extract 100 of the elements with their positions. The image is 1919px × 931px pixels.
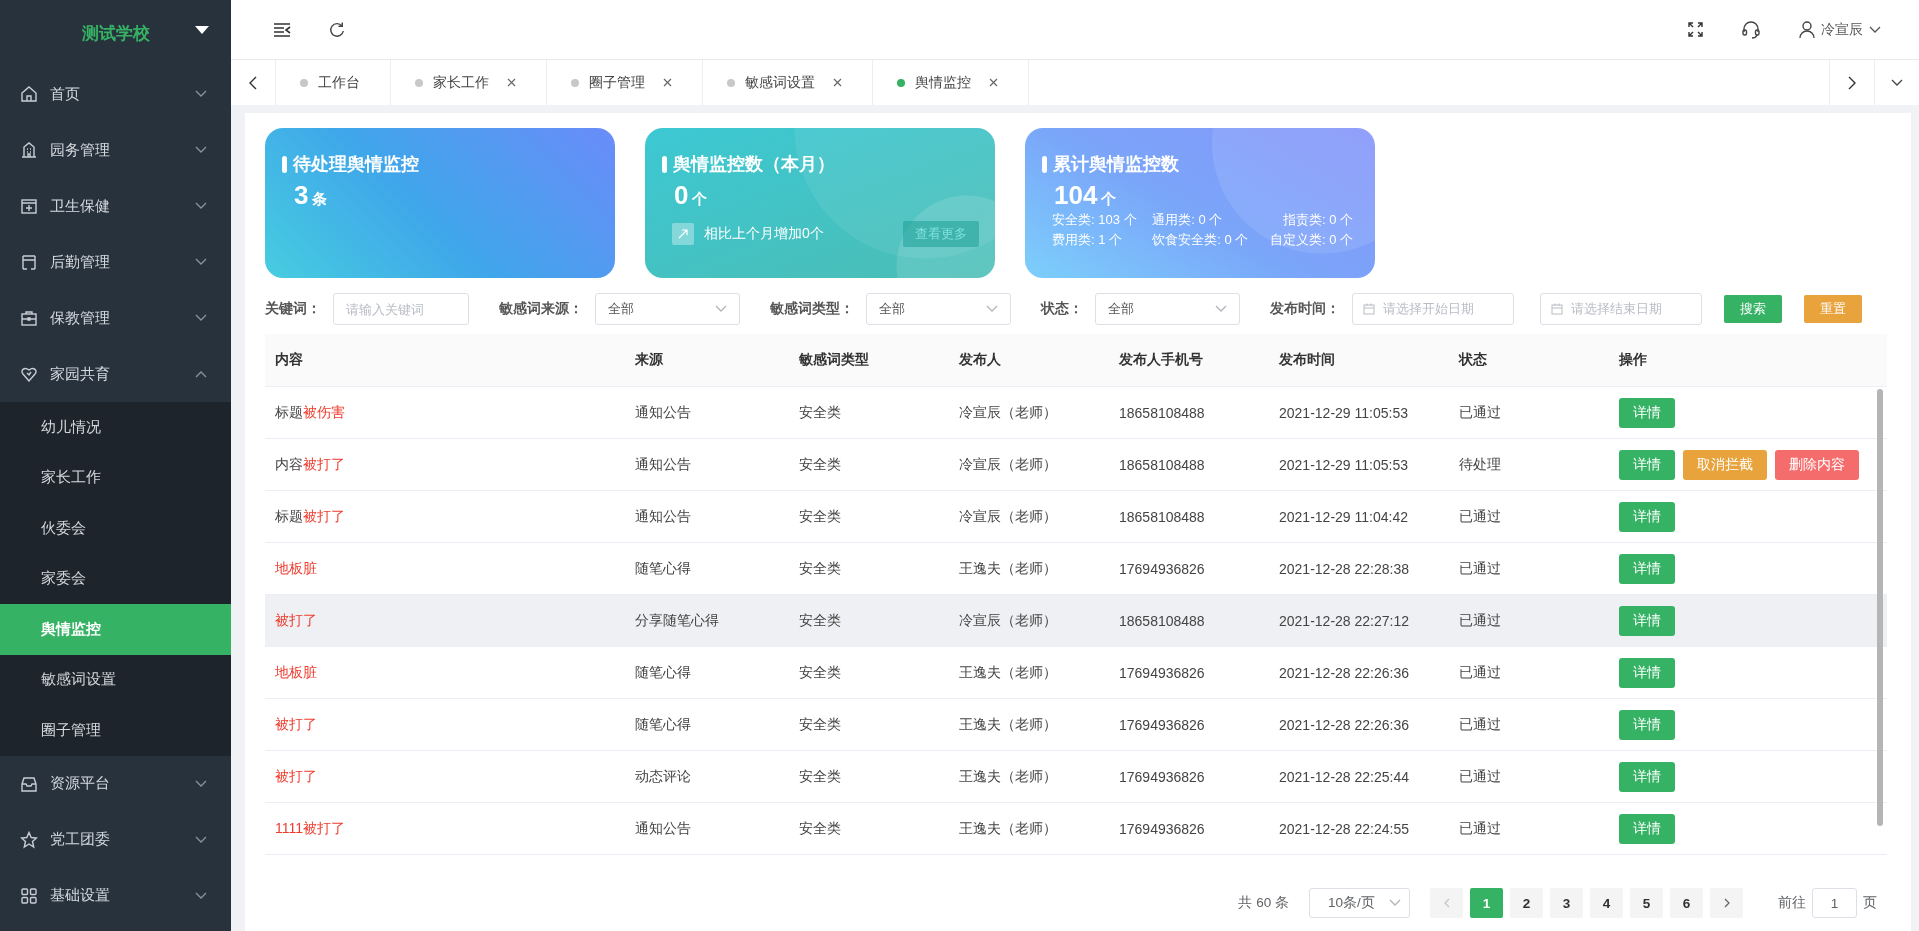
close-icon[interactable] xyxy=(507,78,516,87)
table-cell-text: 已通过 xyxy=(1458,559,1502,578)
category-count: 费用类: 1 个 xyxy=(1052,231,1124,249)
table-cell-text: 内容被打了 xyxy=(274,455,346,474)
table-row[interactable]: 被打了 随笔心得 安全类 王逸夫（老师） 17694936826 2021-12-28 22:26:36 已通过 详情 xyxy=(265,699,1887,751)
chevron-right-icon xyxy=(1723,898,1730,908)
stat-unit: 个 xyxy=(1101,190,1117,207)
scrollbar[interactable] xyxy=(1877,389,1883,826)
page-tab[interactable]: 敏感词设置 xyxy=(703,60,873,105)
page-size-select[interactable]: 10条/页 xyxy=(1309,888,1410,918)
chevron-icon[interactable] xyxy=(195,370,207,378)
menu-item[interactable]: 党工团委 xyxy=(0,811,231,868)
submenu-item[interactable]: 家委会 xyxy=(0,553,231,604)
table-cell-text: 2021-12-29 11:05:53 xyxy=(1278,404,1409,421)
table-cell-text: 18658108488 xyxy=(1118,404,1206,421)
table-cell-text: 18658108488 xyxy=(1118,508,1206,525)
page-tab[interactable]: 工作台 xyxy=(276,60,391,105)
page-number[interactable]: 6 xyxy=(1670,888,1703,918)
inbox-icon xyxy=(20,774,38,793)
close-icon[interactable] xyxy=(663,78,672,87)
close-icon[interactable] xyxy=(833,78,842,87)
fullscreen-icon[interactable] xyxy=(1688,22,1703,37)
submenu-item[interactable]: 圈子管理 xyxy=(0,705,231,756)
page-input[interactable]: 1 xyxy=(1812,888,1857,918)
submenu-item[interactable]: 家长工作 xyxy=(0,452,231,503)
table-row[interactable]: 标题被打了 通知公告 安全类 冷宣辰（老师） 18658108488 2021-12-29 11:04:42 已通过 详情 xyxy=(265,491,1887,543)
table-row[interactable]: 标题被伤害 通知公告 安全类 冷宣辰（老师） 18658108488 2021-12-29 11:05:53 已通过 详情 xyxy=(265,387,1887,439)
menu-fold-icon[interactable] xyxy=(273,22,291,37)
column-header: 发布人 xyxy=(958,351,1002,369)
column-header: 操作 xyxy=(1618,351,1648,369)
page-tab[interactable]: 家长工作 xyxy=(391,60,547,105)
chevron-icon[interactable] xyxy=(195,835,207,844)
table-cell-text: 已通过 xyxy=(1458,507,1502,526)
close-icon[interactable] xyxy=(989,78,998,87)
chevron-icon[interactable] xyxy=(195,779,207,788)
refresh-icon[interactable] xyxy=(329,21,345,38)
filter-label: 关键词： xyxy=(265,300,321,318)
menu-item[interactable]: 首页 xyxy=(0,66,231,122)
page-number[interactable]: 5 xyxy=(1630,888,1663,918)
table-cell-text: 王逸夫（老师） xyxy=(958,819,1058,838)
page-tab[interactable]: 舆情监控 xyxy=(873,60,1029,105)
title-bar-icon xyxy=(662,155,667,173)
stat-value: 3 xyxy=(294,180,309,210)
page-number[interactable]: 2 xyxy=(1510,888,1543,918)
table-cell-text: 冷宣辰（老师） xyxy=(958,507,1058,526)
select-field[interactable]: 全部 xyxy=(866,293,1011,325)
menu-item[interactable]: 家园共育 xyxy=(0,346,231,402)
table-cell-text: 2021-12-28 22:24:55 xyxy=(1278,820,1410,837)
chevron-down-icon xyxy=(1891,78,1903,87)
headset-icon[interactable] xyxy=(1741,19,1761,40)
table-cell-text: 王逸夫（老师） xyxy=(958,767,1058,786)
chevron-icon[interactable] xyxy=(195,891,207,900)
table-cell-text: 2021-12-28 22:27:12 xyxy=(1278,612,1410,629)
tab-label: 舆情监控 xyxy=(915,73,971,92)
chevron-icon[interactable] xyxy=(195,314,207,322)
table-cell-text: 通知公告 xyxy=(634,507,692,526)
table-cell-text: 地板脏 xyxy=(274,559,318,578)
chevron-icon[interactable] xyxy=(1869,25,1881,34)
menu-item[interactable]: 基础设置 xyxy=(0,867,231,924)
table-cell-text: 安全类 xyxy=(798,663,842,682)
select-field[interactable]: 全部 xyxy=(1095,293,1240,325)
table-row[interactable]: 地板脏 随笔心得 安全类 王逸夫（老师） 17694936826 2021-12-28 22:26:36 已通过 详情 xyxy=(265,647,1887,699)
table-cell-text: 安全类 xyxy=(798,455,842,474)
category-count: 饮食安全类: 0 个 xyxy=(1152,231,1250,249)
select-field[interactable]: 全部 xyxy=(595,293,740,325)
tab-label: 圈子管理 xyxy=(589,73,645,92)
submenu-item[interactable]: 伙委会 xyxy=(0,503,231,554)
menu-item[interactable]: 后勤管理 xyxy=(0,234,231,290)
title-bar-icon xyxy=(1042,155,1047,173)
medical-box-icon xyxy=(20,197,38,215)
table-row[interactable]: 被打了 分享随笔心得 安全类 冷宣辰（老师） 18658108488 2021-12-28 22:27:12 已通过 详情 xyxy=(265,595,1887,647)
page-number[interactable]: 4 xyxy=(1590,888,1623,918)
menu-item[interactable]: 园务管理 xyxy=(0,122,231,178)
table-cell-text: 标题被打了 xyxy=(274,507,346,526)
table-cell-text: 安全类 xyxy=(798,715,842,734)
table-cell-text: 王逸夫（老师） xyxy=(958,715,1058,734)
keyword-input[interactable]: 请输入关键词 xyxy=(333,293,469,325)
user-menu[interactable]: 冷宣辰 xyxy=(1799,20,1881,39)
page-number[interactable]: 3 xyxy=(1550,888,1583,918)
menu-item[interactable]: 资源平台 xyxy=(0,755,231,812)
calendar-icon xyxy=(1551,303,1563,315)
page-tab[interactable]: 圈子管理 xyxy=(547,60,703,105)
table-cell-text: 已通过 xyxy=(1458,767,1502,786)
chevron-icon[interactable] xyxy=(195,258,207,266)
table-cell-text: 已通过 xyxy=(1458,403,1502,422)
submenu-item[interactable]: 幼儿情况 xyxy=(0,402,231,453)
menu-item[interactable]: 卫生保健 xyxy=(0,178,231,234)
grid-icon xyxy=(20,886,38,905)
chevron-icon[interactable] xyxy=(195,90,207,98)
table-cell-text: 随笔心得 xyxy=(634,663,692,682)
table-row[interactable]: 被打了 动态评论 安全类 王逸夫（老师） 17694936826 2021-12-28 22:25:44 已通过 详情 xyxy=(265,751,1887,803)
chevron-icon[interactable] xyxy=(195,202,207,210)
chevron-icon[interactable] xyxy=(195,146,207,154)
caret-icon[interactable] xyxy=(195,26,209,34)
table-cell-text: 17694936826 xyxy=(1118,664,1206,681)
table-cell-text: 通知公告 xyxy=(634,455,692,474)
submenu-item[interactable]: 敏感词设置 xyxy=(0,654,231,705)
table-row[interactable]: 1111被打了 通知公告 安全类 王逸夫（老师） 17694936826 2021-12-28 22:24:55 已通过 详情 xyxy=(265,803,1887,855)
card-title: 舆情监控数（本月） xyxy=(673,153,835,176)
menu-item[interactable]: 保教管理 xyxy=(0,290,231,346)
